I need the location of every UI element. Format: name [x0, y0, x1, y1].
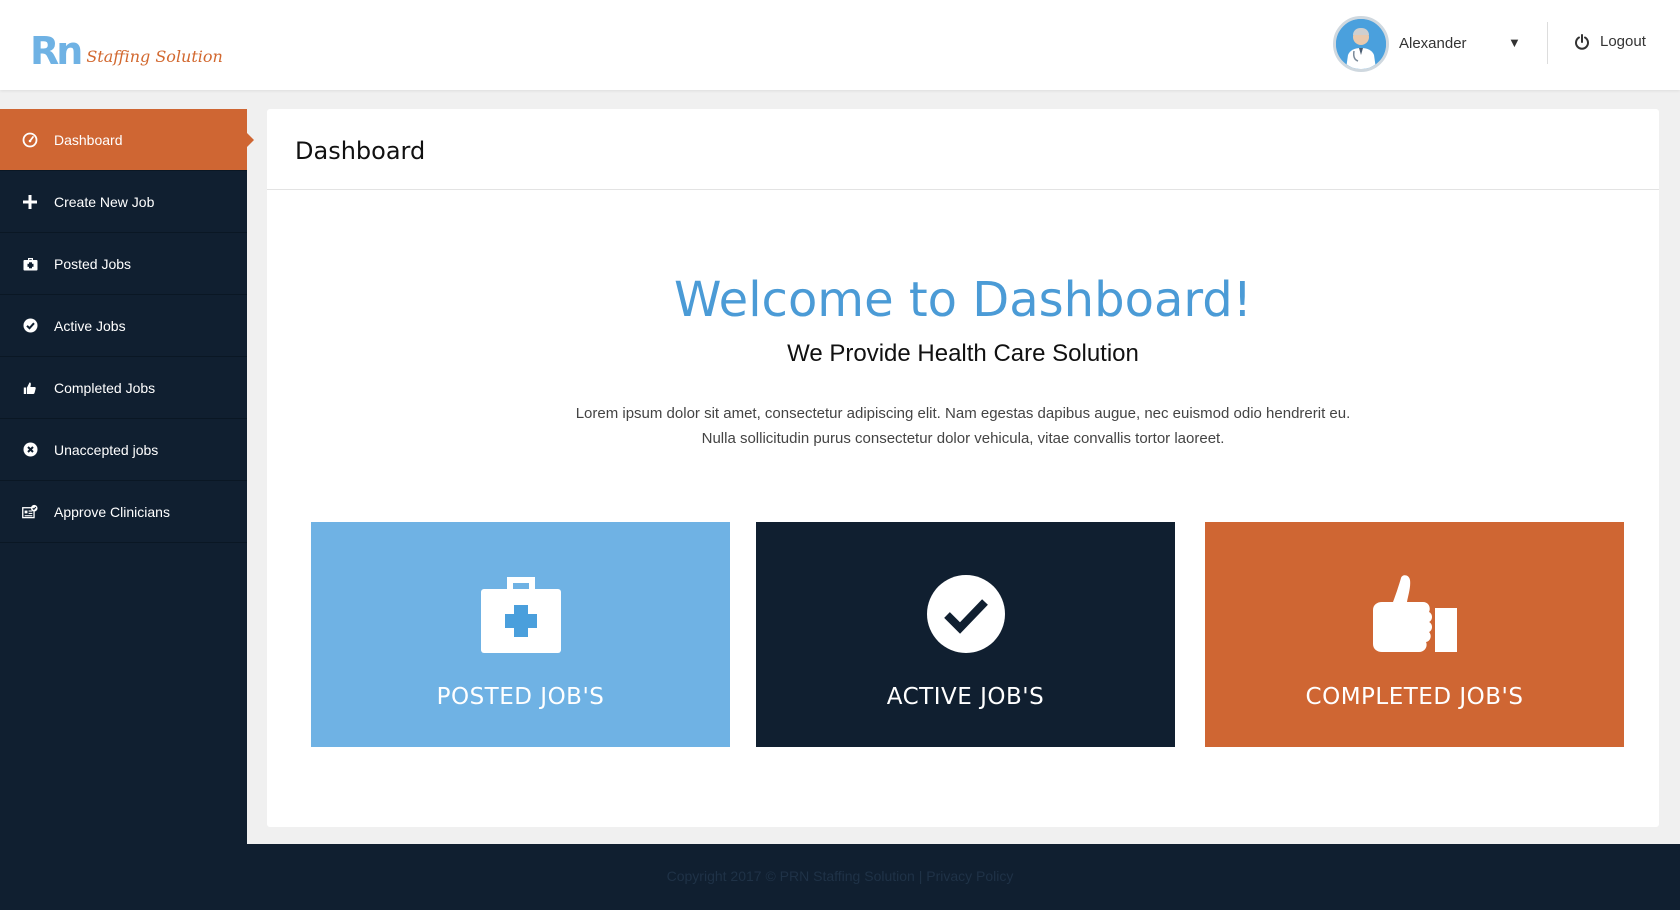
- logout-label: Logout: [1600, 33, 1646, 50]
- doctor-avatar-icon: [1336, 19, 1386, 69]
- sidebar: Dashboard Create New Job Posted Jobs Act…: [0, 109, 254, 844]
- title-divider: [267, 189, 1659, 190]
- logo-text: Staffing Solution: [86, 47, 223, 66]
- tile-label: ACTIVE JOB'S: [886, 684, 1045, 710]
- active-jobs-tile[interactable]: ACTIVE JOB'S: [756, 522, 1175, 747]
- medical-kit-icon: [480, 574, 561, 654]
- footer: Copyright 2017 © PRN Staffing Solution |…: [0, 844, 1680, 910]
- thumbs-up-icon: [1372, 574, 1457, 654]
- sidebar-item-active-jobs[interactable]: Active Jobs: [0, 295, 247, 357]
- sidebar-item-label: Dashboard: [54, 131, 123, 148]
- power-icon: [1575, 33, 1589, 50]
- plus-icon: [22, 194, 38, 210]
- logout-button[interactable]: Logout: [1574, 33, 1646, 50]
- avatar[interactable]: [1333, 16, 1389, 72]
- tile-label: POSTED JOB'S: [436, 684, 605, 710]
- sidebar-item-label: Approve Clinicians: [54, 503, 170, 520]
- completed-jobs-tile[interactable]: COMPLETED JOB'S: [1205, 522, 1624, 747]
- sidebar-item-unaccepted-jobs[interactable]: Unaccepted jobs: [0, 419, 247, 481]
- chevron-down-icon[interactable]: ▼: [1508, 35, 1521, 50]
- sidebar-item-dashboard[interactable]: Dashboard: [0, 109, 254, 171]
- sidebar-item-posted-jobs[interactable]: Posted Jobs: [0, 233, 247, 295]
- footer-copyright: Copyright 2017 © PRN Staffing Solution |…: [666, 868, 1014, 884]
- welcome-heading: Welcome to Dashboard!: [674, 272, 1252, 328]
- sidebar-item-label: Create New Job: [54, 193, 155, 210]
- posted-jobs-tile[interactable]: POSTED JOB'S: [311, 522, 730, 747]
- approve-clinician-icon: [22, 504, 38, 520]
- sidebar-item-label: Posted Jobs: [54, 255, 132, 272]
- sidebar-item-completed-jobs[interactable]: Completed Jobs: [0, 357, 247, 419]
- top-header: Rn Staffing Solution Alexander ▼ Logout: [0, 0, 1680, 90]
- medical-kit-icon: [22, 256, 38, 272]
- x-circle-icon: [22, 442, 38, 458]
- brand-logo[interactable]: Rn Staffing Solution: [30, 28, 223, 73]
- tile-label: COMPLETED JOB'S: [1305, 684, 1524, 710]
- sidebar-item-create-new-job[interactable]: Create New Job: [0, 171, 247, 233]
- sidebar-item-label: Active Jobs: [54, 317, 126, 334]
- sidebar-item-approve-clinicians[interactable]: Approve Clinicians: [0, 481, 247, 543]
- logo-mark: Rn: [30, 29, 83, 73]
- page-title: Dashboard: [295, 137, 426, 165]
- sidebar-item-label: Completed Jobs: [54, 379, 156, 396]
- main-panel: Dashboard Welcome to Dashboard! We Provi…: [267, 109, 1659, 827]
- user-name[interactable]: Alexander: [1399, 35, 1467, 52]
- dashboard-gauge-icon: [22, 132, 38, 148]
- welcome-description: Lorem ipsum dolor sit amet, consectetur …: [575, 405, 1351, 447]
- sidebar-item-label: Unaccepted jobs: [54, 441, 159, 458]
- check-circle-icon: [926, 574, 1006, 654]
- welcome-subtitle: We Provide Health Care Solution: [787, 340, 1139, 367]
- header-divider: [1547, 22, 1548, 64]
- check-circle-icon: [22, 318, 38, 334]
- thumbs-up-icon: [22, 380, 38, 396]
